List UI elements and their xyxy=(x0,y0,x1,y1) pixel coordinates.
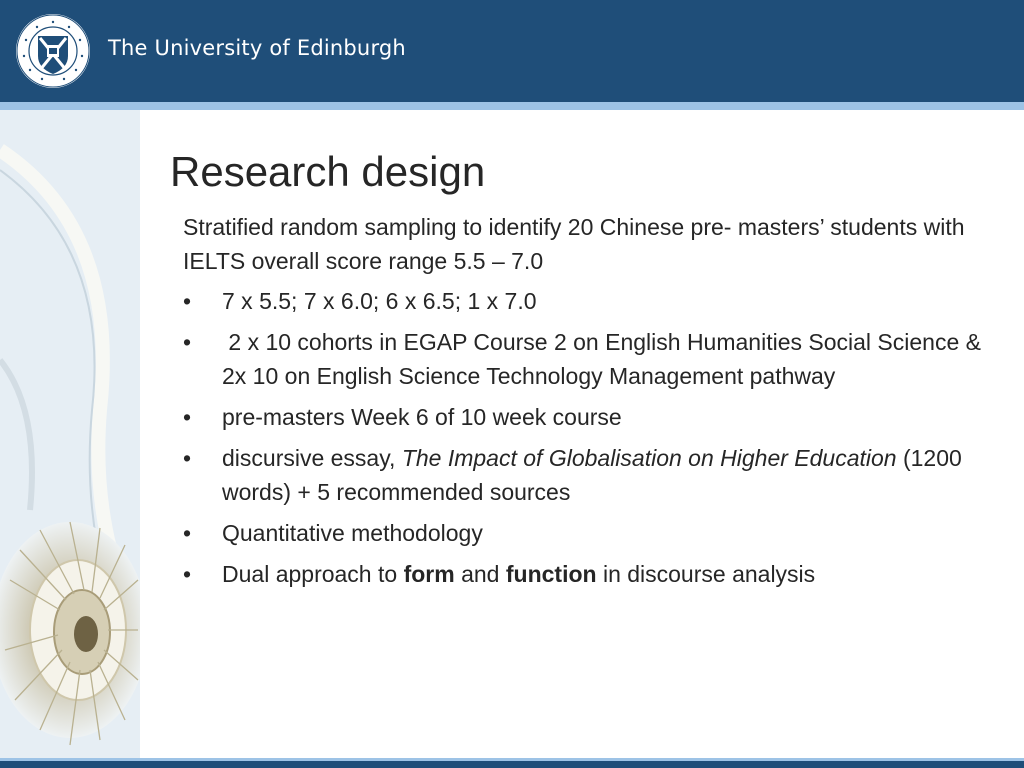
slide-title: Research design xyxy=(170,148,486,195)
bullet-text: 7 x 5.5; 7 x 6.0; 6 x 6.5; 1 x 7.0 xyxy=(222,288,537,314)
university-crest-logo xyxy=(16,14,90,88)
bullet-item-week: • pre-masters Week 6 of 10 week course xyxy=(183,400,983,434)
bullet-list: • 7 x 5.5; 7 x 6.0; 6 x 6.5; 1 x 7.0 • 2… xyxy=(183,284,983,591)
bullet-text-prefix: discursive essay, xyxy=(222,445,402,471)
bullet-icon: • xyxy=(183,288,192,314)
bullet-item-approach: • Dual approach to form and function in … xyxy=(183,557,983,591)
bullet-item-cohorts: • 2 x 10 cohorts in EGAP Course 2 on Eng… xyxy=(183,325,983,393)
header-accent-stripe xyxy=(0,102,1024,110)
bullet-text: Quantitative methodology xyxy=(222,520,483,546)
bullet-text-prefix: Dual approach to xyxy=(222,561,404,587)
staircase-illustration xyxy=(0,110,140,758)
bullet-icon: • xyxy=(183,329,192,355)
bullet-icon: • xyxy=(183,404,192,430)
bullet-item-essay: • discursive essay, The Impact of Global… xyxy=(183,441,983,509)
bullet-text-mid: and xyxy=(454,561,506,587)
essay-title: The Impact of Globalisation on Higher Ed… xyxy=(401,445,897,471)
bullet-item-methodology: • Quantitative methodology xyxy=(183,516,983,550)
bullet-icon: • xyxy=(183,561,192,587)
bullet-text: 2 x 10 cohorts in EGAP Course 2 on Engli… xyxy=(222,329,994,389)
footer-stripe xyxy=(0,758,1024,768)
slide-body: Stratified random sampling to identify 2… xyxy=(183,210,983,598)
header-bar: The University of Edinburgh xyxy=(0,0,1024,102)
spiral-staircase-image xyxy=(0,110,140,758)
bullet-text-suffix: in discourse analysis xyxy=(596,561,816,587)
bullet-icon: • xyxy=(183,520,192,546)
bullet-item-scores: • 7 x 5.5; 7 x 6.0; 6 x 6.5; 1 x 7.0 xyxy=(183,284,983,318)
lead-paragraph: Stratified random sampling to identify 2… xyxy=(183,214,965,274)
keyword-form: form xyxy=(403,561,455,587)
keyword-function: function xyxy=(505,561,597,587)
bullet-icon: • xyxy=(183,445,192,471)
university-name: The University of Edinburgh xyxy=(108,36,406,60)
bullet-text: pre-masters Week 6 of 10 week course xyxy=(222,404,622,430)
